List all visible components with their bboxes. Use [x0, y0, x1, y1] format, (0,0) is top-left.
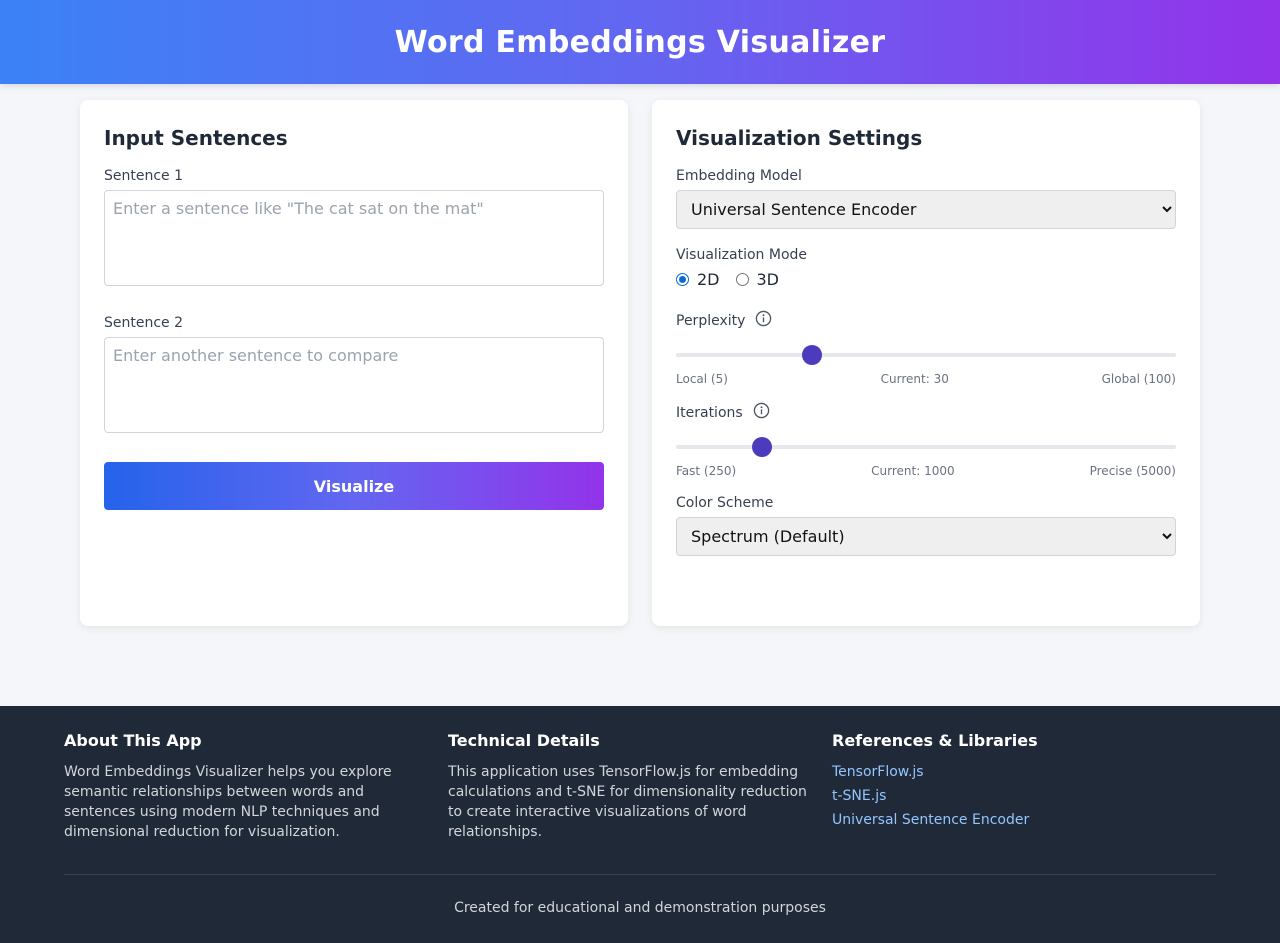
- footer-columns: About This App Word Embeddings Visualize…: [64, 732, 1216, 842]
- iterations-slider-thumb[interactable]: [751, 437, 772, 457]
- visualization-mode-label: Visualization Mode: [676, 247, 808, 263]
- footer-technical-text: This application uses TensorFlow.js for …: [448, 764, 807, 840]
- link-tensorflow[interactable]: TensorFlow.js: [832, 762, 1192, 782]
- input-panel-title: Input Sentences: [104, 126, 288, 150]
- footer-about-text: Word Embeddings Visualizer helps you exp…: [64, 764, 392, 840]
- footer-divider: [64, 874, 1216, 875]
- footer-about-title: About This App: [64, 731, 202, 750]
- perplexity-info-icon[interactable]: [755, 310, 772, 327]
- input-sentences-panel: Input Sentences Sentence 1 Sentence 2 Vi…: [80, 100, 628, 626]
- perplexity-label: Perplexity: [676, 313, 746, 329]
- footer-references: References & Libraries TensorFlow.js t-S…: [832, 732, 1216, 842]
- page-title: Word Embeddings Visualizer: [394, 24, 886, 60]
- sentence2-field: Sentence 2: [104, 315, 604, 437]
- iterations-current-label: Current: 1000: [871, 464, 955, 478]
- perplexity-slider-track: [676, 353, 1176, 357]
- iterations-max-label: Precise (5000): [1089, 464, 1176, 478]
- iterations-label-row: Iterations: [676, 402, 1176, 423]
- iterations-range-labels: Fast (250) Current: 1000 Precise (5000): [676, 464, 1176, 478]
- perplexity-max-label: Global (100): [1101, 372, 1176, 386]
- visualization-settings-panel: Visualization Settings Embedding Model U…: [652, 100, 1200, 626]
- iterations-info-icon[interactable]: [753, 402, 770, 419]
- mode-2d-option[interactable]: 2D: [676, 270, 720, 289]
- color-scheme-select[interactable]: Spectrum (Default): [676, 517, 1176, 556]
- footer-about: About This App Word Embeddings Visualize…: [64, 732, 448, 842]
- visualization-mode-radio-group: 2D 3D: [676, 269, 1176, 289]
- footer-technical: Technical Details This application uses …: [448, 732, 832, 842]
- mode-2d-radio[interactable]: [676, 272, 689, 286]
- perplexity-current-label: Current: 30: [880, 372, 949, 386]
- iterations-label: Iterations: [676, 405, 743, 421]
- footer-technical-title: Technical Details: [448, 731, 600, 750]
- mode-3d-label: 3D: [756, 269, 780, 289]
- main-content: Input Sentences Sentence 1 Sentence 2 Vi…: [0, 84, 1280, 706]
- embedding-model-label: Embedding Model: [676, 168, 802, 184]
- iterations-slider[interactable]: [676, 435, 1176, 459]
- embedding-model-select[interactable]: Universal Sentence Encoder: [676, 190, 1176, 229]
- sentence1-label: Sentence 1: [104, 168, 184, 184]
- sentence2-label: Sentence 2: [104, 315, 184, 331]
- perplexity-slider[interactable]: [676, 343, 1176, 367]
- iterations-min-label: Fast (250): [676, 464, 737, 478]
- perplexity-min-label: Local (5): [676, 372, 728, 386]
- perplexity-label-row: Perplexity: [676, 310, 1176, 331]
- footer-references-title: References & Libraries: [832, 731, 1038, 750]
- app-header: Word Embeddings Visualizer: [0, 0, 1280, 84]
- mode-3d-radio[interactable]: [735, 272, 749, 286]
- mode-3d-option[interactable]: 3D: [735, 269, 780, 289]
- footer-note: Created for educational and demonstratio…: [454, 900, 826, 916]
- sentence1-field: Sentence 1: [104, 168, 604, 290]
- sentence1-input[interactable]: [104, 190, 604, 286]
- link-universal-sentence-encoder[interactable]: Universal Sentence Encoder: [832, 810, 1192, 830]
- perplexity-range-labels: Local (5) Current: 30 Global (100): [676, 372, 1176, 386]
- site-footer: About This App Word Embeddings Visualize…: [0, 706, 1280, 943]
- sentence2-input[interactable]: [104, 337, 604, 433]
- settings-panel-title: Visualization Settings: [676, 126, 923, 150]
- perplexity-slider-thumb[interactable]: [802, 345, 823, 365]
- link-tsne[interactable]: t-SNE.js: [832, 786, 1192, 806]
- color-scheme-label: Color Scheme: [676, 495, 774, 511]
- mode-2d-label: 2D: [697, 269, 720, 289]
- visualize-button[interactable]: Visualize: [104, 462, 604, 510]
